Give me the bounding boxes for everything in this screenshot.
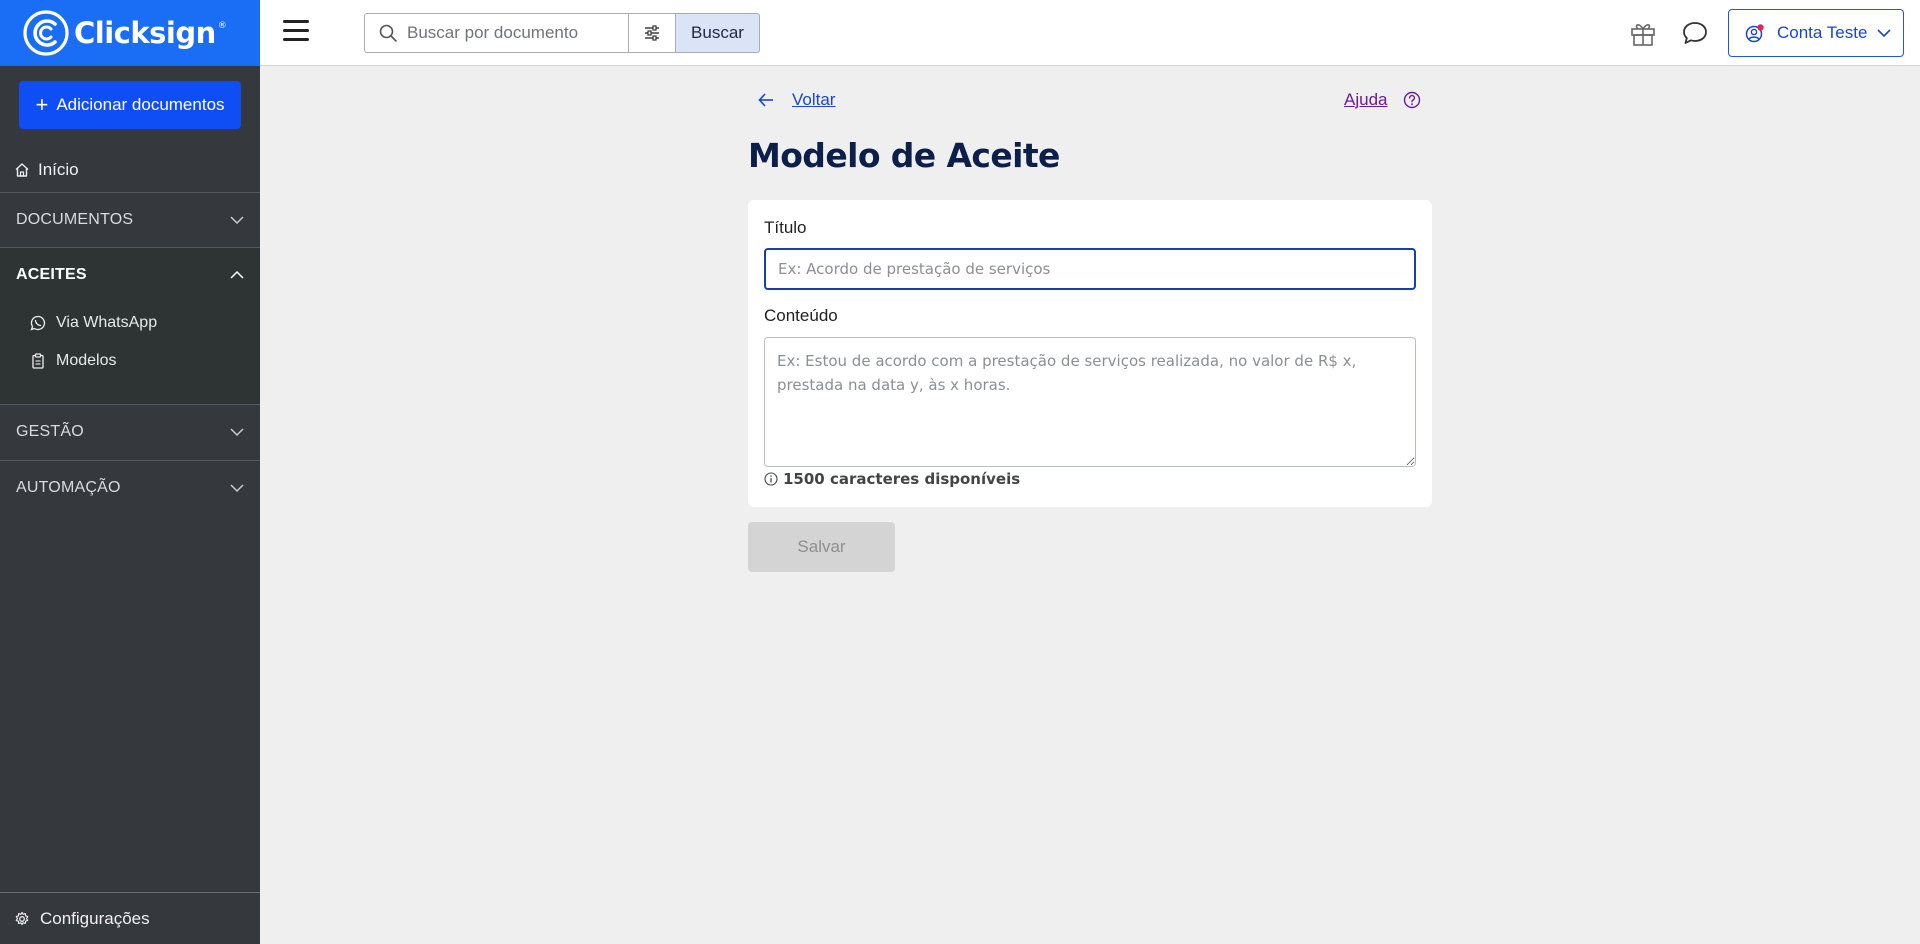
- add-documents-button[interactable]: + Adicionar documentos: [19, 81, 241, 129]
- back-label: Voltar: [792, 90, 836, 109]
- save-button[interactable]: Salvar: [748, 522, 895, 572]
- page-title: Modelo de Aceite: [748, 136, 1060, 175]
- search-filter-button[interactable]: [628, 13, 676, 53]
- chevron-down-icon: [230, 216, 244, 225]
- search-input[interactable]: [407, 23, 617, 43]
- chevron-up-icon: [230, 270, 244, 279]
- clicksign-logo-icon: [23, 10, 69, 56]
- menu-button[interactable]: [283, 20, 309, 44]
- brand-trademark: ®: [217, 21, 227, 31]
- sidebar: + Adicionar documentos Início DOCUMENTOS…: [0, 66, 260, 944]
- help-link[interactable]: Ajuda: [1344, 90, 1421, 110]
- content-field-label: Conteúdo: [764, 306, 838, 325]
- sidebar-section-aceites[interactable]: ACEITES: [0, 248, 260, 302]
- sidebar-section-gestao[interactable]: GESTÃO: [0, 405, 260, 459]
- sliders-icon: [645, 25, 659, 41]
- sidebar-section-label: DOCUMENTOS: [16, 211, 134, 228]
- sidebar-item-label: Início: [38, 160, 79, 179]
- chars-available-text: 1500 caracteres disponíveis: [783, 470, 1021, 488]
- form-card: Título Conteúdo 1500 caracteres disponív…: [748, 200, 1432, 507]
- search-button[interactable]: Buscar: [676, 13, 760, 53]
- chevron-down-icon: [1877, 29, 1891, 38]
- sidebar-section-automacao[interactable]: AUTOMAÇÃO: [0, 461, 260, 515]
- chevron-down-icon: [230, 484, 244, 493]
- info-circle-icon: [764, 472, 778, 486]
- user-circle-icon: [1745, 24, 1764, 43]
- title-field-label: Título: [764, 218, 807, 237]
- search-field: [364, 13, 628, 53]
- sidebar-section-label: GESTÃO: [16, 423, 84, 440]
- arrow-left-icon: [758, 93, 773, 107]
- plus-icon: +: [35, 92, 49, 117]
- gear-icon: [15, 911, 29, 925]
- aceites-submenu: ACEITES Via WhatsApp Modelos: [0, 248, 260, 404]
- account-menu-button[interactable]: Conta Teste: [1728, 9, 1904, 57]
- chat-bubble-icon[interactable]: [1682, 20, 1708, 46]
- chevron-down-icon: [230, 428, 244, 437]
- back-link[interactable]: Voltar: [758, 90, 835, 110]
- sidebar-item-whatsapp[interactable]: Via WhatsApp: [30, 306, 157, 340]
- whatsapp-icon: [30, 315, 46, 331]
- sidebar-item-modelos[interactable]: Modelos: [30, 344, 116, 378]
- help-label: Ajuda: [1344, 90, 1388, 109]
- sidebar-section-label: AUTOMAÇÃO: [16, 479, 121, 496]
- sidebar-item-label: Modelos: [56, 352, 117, 369]
- search-icon: [379, 24, 397, 42]
- add-documents-label: Adicionar documentos: [56, 95, 225, 114]
- gift-icon[interactable]: [1630, 19, 1656, 47]
- content-textarea[interactable]: [764, 337, 1416, 467]
- search-bar: Buscar: [364, 13, 760, 53]
- chars-available: 1500 caracteres disponíveis: [764, 470, 1020, 488]
- sidebar-item-settings[interactable]: Configurações: [0, 892, 260, 944]
- hamburger-icon: [283, 20, 309, 23]
- brand-name: Clicksign: [74, 16, 216, 50]
- title-input[interactable]: [764, 248, 1416, 290]
- brand-logo[interactable]: Clicksign ®: [0, 0, 260, 66]
- top-bar: Clicksign ® Buscar por documento Buscar …: [0, 0, 1920, 66]
- sidebar-section-documentos[interactable]: DOCUMENTOS: [0, 193, 260, 247]
- sidebar-item-home[interactable]: Início: [0, 150, 260, 190]
- question-circle-icon: [1404, 91, 1421, 109]
- sidebar-item-label: Via WhatsApp: [56, 314, 158, 331]
- sidebar-item-label: Configurações: [40, 908, 150, 928]
- sidebar-section-label: ACEITES: [16, 266, 87, 283]
- account-name: Conta Teste: [1777, 23, 1868, 42]
- home-icon: [15, 163, 29, 177]
- clipboard-icon: [32, 353, 44, 369]
